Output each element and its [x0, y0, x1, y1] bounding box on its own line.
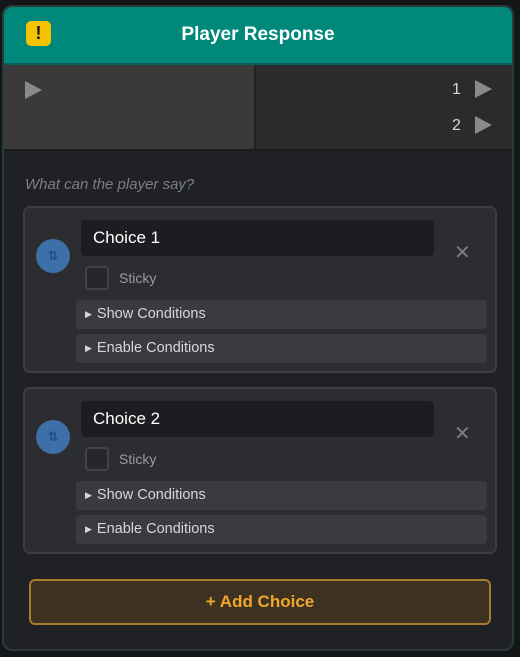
enable-conditions-toggle[interactable]: ▶ Enable Conditions: [76, 515, 487, 544]
enable-conditions-label: Enable Conditions: [96, 340, 215, 356]
player-response-node: ! Player Response 1 2 What can the playe…: [2, 5, 514, 651]
enable-conditions-label: Enable Conditions: [96, 521, 215, 537]
input-port-area: [4, 65, 256, 149]
output-port-2-icon[interactable]: [475, 116, 492, 134]
caret-right-icon: ▶: [85, 343, 92, 353]
choice-card: ⇅ Choice 2 ✕ Sticky ▶ Show Conditions ▶ En…: [23, 387, 497, 554]
caret-right-icon: ▶: [85, 490, 92, 500]
remove-choice-icon[interactable]: ✕: [454, 424, 471, 444]
show-conditions-toggle[interactable]: ▶ Show Conditions: [76, 300, 487, 329]
output-port-1-icon[interactable]: [475, 80, 492, 98]
sticky-checkbox[interactable]: [85, 447, 109, 471]
show-conditions-toggle[interactable]: ▶ Show Conditions: [76, 481, 487, 510]
choices-prompt: What can the player say?: [25, 176, 195, 193]
port-bar: 1 2: [4, 65, 512, 151]
show-conditions-label: Show Conditions: [96, 487, 206, 503]
sticky-checkbox[interactable]: [85, 266, 109, 290]
drag-handle-icon[interactable]: ⇅: [36, 239, 70, 273]
drag-handle-icon[interactable]: ⇅: [36, 420, 70, 454]
choice-text-input[interactable]: Choice 2: [81, 401, 434, 437]
node-header[interactable]: ! Player Response: [4, 7, 512, 65]
caret-right-icon: ▶: [85, 309, 92, 319]
input-port-icon[interactable]: [25, 81, 42, 99]
sticky-label: Sticky: [119, 270, 157, 286]
caret-right-icon: ▶: [85, 524, 92, 534]
enable-conditions-toggle[interactable]: ▶ Enable Conditions: [76, 334, 487, 363]
sticky-label: Sticky: [119, 451, 157, 467]
remove-choice-icon[interactable]: ✕: [454, 243, 471, 263]
output-port-1-label: 1: [452, 81, 461, 98]
add-choice-button[interactable]: + Add Choice: [29, 579, 491, 625]
node-title: Player Response: [181, 24, 335, 45]
show-conditions-label: Show Conditions: [96, 306, 206, 322]
choice-card: ⇅ Choice 1 ✕ Sticky ▶ Show Conditions ▶ En…: [23, 206, 497, 373]
output-port-2-label: 2: [452, 117, 461, 134]
choice-text-input[interactable]: Choice 1: [81, 220, 434, 256]
